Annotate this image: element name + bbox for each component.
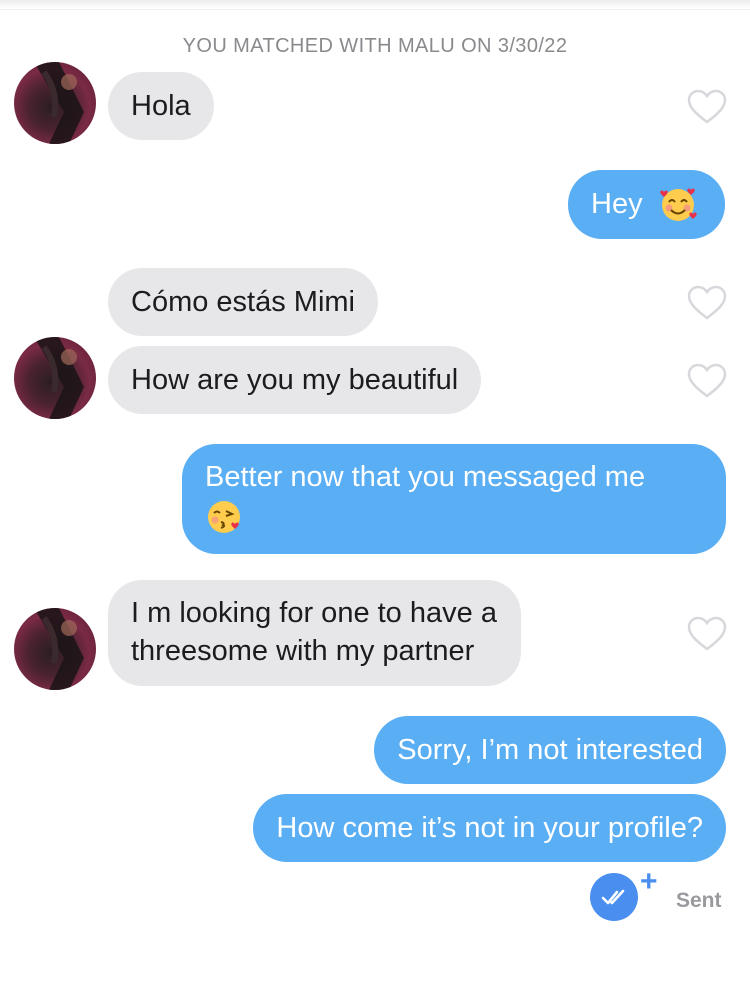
message-text: How are you my beautiful [131, 364, 459, 396]
message-status: + Sent [590, 867, 730, 923]
incoming-message[interactable]: How are you my beautiful [108, 346, 482, 414]
like-heart-icon[interactable] [687, 285, 727, 321]
double-check-icon [590, 873, 638, 921]
smiling-face-with-hearts-icon [659, 186, 697, 224]
match-banner: YOU MATCHED WITH MALU ON 3/30/22 [182, 35, 568, 57]
outgoing-message[interactable]: Sorry, I’m not interested [374, 716, 726, 784]
avatar-photo [34, 337, 84, 419]
message-text: Cómo estás Mimi [131, 286, 355, 318]
avatar[interactable] [14, 337, 96, 419]
message-text: Better now that you messaged me [205, 461, 646, 493]
incoming-message[interactable]: Hola [108, 72, 214, 140]
message-text-line-1: I m looking for one to have a [131, 597, 497, 629]
avatar[interactable] [14, 608, 96, 690]
like-heart-icon[interactable] [687, 89, 727, 125]
avatar-photo [34, 608, 84, 690]
kissing-face-icon [205, 498, 243, 536]
plus-icon: + [640, 865, 658, 898]
chat-screen: YOU MATCHED WITH MALU ON 3/30/22 Hola He… [0, 0, 750, 995]
message-text: Hola [131, 90, 191, 122]
incoming-message[interactable]: I m looking for one to have a threesome … [108, 580, 521, 686]
message-text: Sorry, I’m not interested [397, 734, 703, 766]
message-text-line-2: threesome with my partner [131, 635, 475, 667]
message-text: How come it’s not in your profile? [276, 812, 703, 844]
incoming-message[interactable]: Cómo estás Mimi [108, 268, 378, 336]
message-text: Hey [591, 188, 643, 220]
avatar[interactable] [14, 62, 96, 144]
header-divider [0, 0, 750, 10]
like-heart-icon[interactable] [687, 363, 727, 399]
avatar-photo [34, 62, 84, 144]
sent-label: Sent [676, 889, 722, 912]
outgoing-message[interactable]: How come it’s not in your profile? [253, 794, 726, 862]
outgoing-message[interactable]: Hey [568, 170, 725, 240]
outgoing-message[interactable]: Better now that you messaged me [182, 444, 726, 555]
like-heart-icon[interactable] [687, 616, 727, 652]
